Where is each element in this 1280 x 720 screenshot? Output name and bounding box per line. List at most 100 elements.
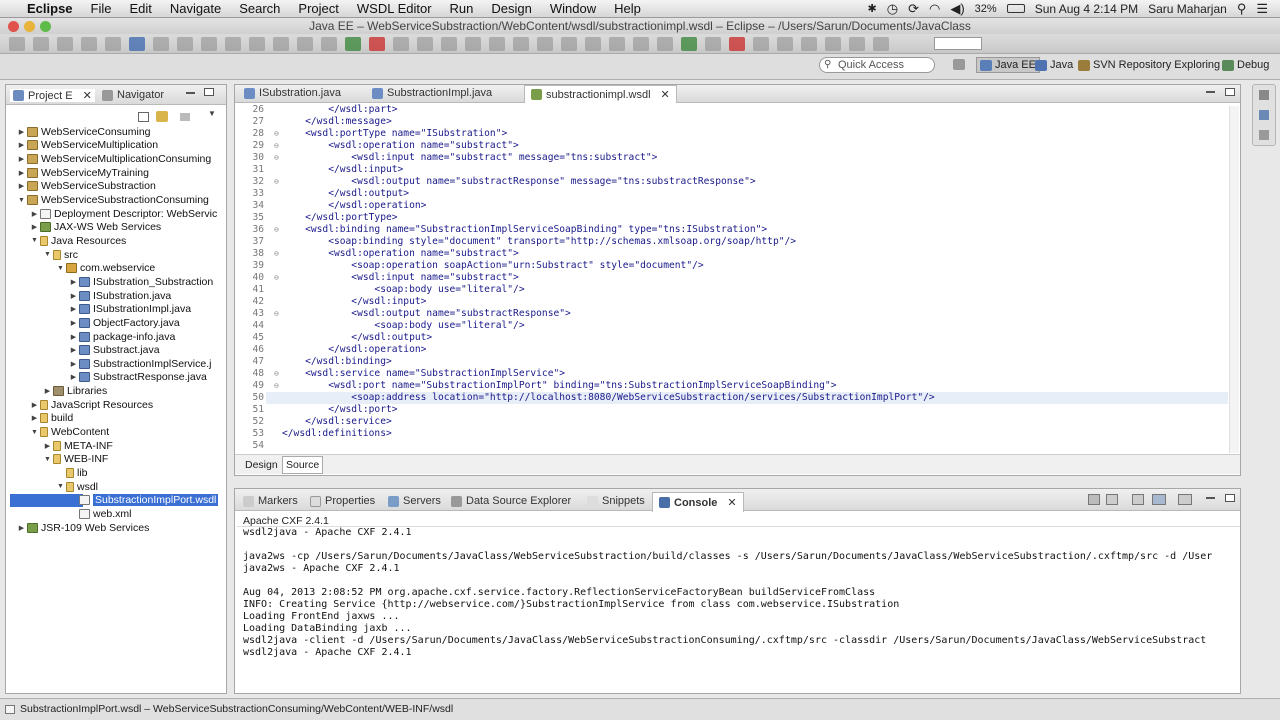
collapsed-arrow-icon[interactable]: ▶ bbox=[30, 210, 39, 218]
code-line[interactable]: 41 <soap:body use="literal"/> bbox=[242, 284, 524, 296]
tree-item[interactable]: ▼ src bbox=[43, 248, 78, 262]
perspective-java-ee[interactable]: Java EE bbox=[976, 57, 1040, 73]
open-perspective-icon[interactable] bbox=[953, 59, 965, 70]
code-line[interactable]: 51 </wsdl:port> bbox=[242, 404, 397, 416]
new-package-icon[interactable] bbox=[441, 36, 457, 51]
tree-item[interactable]: ▶ package-info.java bbox=[69, 330, 176, 344]
tree-item[interactable]: ▶ SubstractResponse.java bbox=[69, 371, 207, 385]
collapsed-arrow-icon[interactable]: ▶ bbox=[43, 442, 52, 450]
expanded-arrow-icon[interactable]: ▼ bbox=[56, 483, 65, 490]
battery-icon[interactable] bbox=[1006, 4, 1025, 13]
view-menu-icon[interactable]: ▼ bbox=[208, 109, 216, 118]
resume-icon[interactable] bbox=[681, 36, 697, 51]
code-line[interactable]: 35 </wsdl:portType> bbox=[242, 212, 397, 224]
minimize-console-icon[interactable] bbox=[1206, 497, 1215, 499]
tree-item[interactable]: ▼ Java Resources bbox=[30, 234, 126, 248]
collapsed-arrow-icon[interactable]: ▶ bbox=[30, 414, 39, 422]
editor-tab-substractionimpl-wsdl[interactable]: substractionimpl.wsdl ✕ bbox=[524, 85, 677, 103]
user-name[interactable]: Saru Maharjan bbox=[1148, 2, 1227, 16]
tree-item[interactable]: ▶ build bbox=[30, 412, 73, 426]
toolbar-combo[interactable] bbox=[934, 37, 982, 50]
tab-properties[interactable]: Properties bbox=[310, 495, 375, 507]
close-tab-icon[interactable]: ✕ bbox=[661, 88, 670, 101]
open-console-icon[interactable] bbox=[1178, 494, 1192, 505]
tab-markers[interactable]: Markers bbox=[243, 495, 298, 507]
tree-item[interactable]: lib bbox=[56, 466, 88, 480]
pause-icon[interactable] bbox=[273, 36, 289, 51]
link-editor-icon[interactable] bbox=[156, 111, 168, 122]
tree-item[interactable]: ▶ JavaScript Resources bbox=[30, 398, 153, 412]
display-console-icon[interactable] bbox=[1152, 494, 1166, 505]
code-line[interactable]: 31 </wsdl:input> bbox=[242, 164, 403, 176]
tab-console[interactable]: Console ✕ bbox=[652, 492, 744, 512]
editor-tab-substractionimpl-java[interactable]: SubstractionImpl.java bbox=[372, 87, 492, 99]
code-line[interactable]: 49 ⊖ <wsdl:port name="SubstractionImplPor… bbox=[242, 380, 836, 392]
code-line[interactable]: 29 ⊖ <wsdl:operation name="substract"> bbox=[242, 140, 518, 152]
battery-percent[interactable]: 32% bbox=[975, 3, 997, 15]
fold-toggle-icon[interactable]: ⊖ bbox=[274, 224, 282, 236]
tree-item[interactable]: ▼ wsdl bbox=[56, 480, 98, 494]
collapsed-arrow-icon[interactable]: ▶ bbox=[69, 346, 78, 354]
menu-navigate[interactable]: Navigate bbox=[161, 1, 230, 16]
task-icon[interactable] bbox=[177, 36, 193, 51]
tree-item[interactable]: ▼ com.webservice bbox=[56, 262, 155, 276]
menu-app-name[interactable]: Eclipse bbox=[18, 1, 82, 16]
sync-icon[interactable]: ⟳ bbox=[908, 1, 919, 17]
fold-toggle-icon[interactable]: ⊖ bbox=[274, 128, 282, 140]
tree-item[interactable]: ▶ JSR-109 Web Services bbox=[17, 521, 150, 535]
code-line[interactable]: 45 </wsdl:output> bbox=[242, 332, 432, 344]
tree-item[interactable]: ▶ ISubstrationImpl.java bbox=[69, 302, 191, 316]
code-line[interactable]: 44 <soap:body use="literal"/> bbox=[242, 320, 524, 332]
tab-project-explorer[interactable]: Project E ✕ bbox=[10, 89, 95, 102]
fold-toggle-icon[interactable]: ⊖ bbox=[274, 176, 282, 188]
spotlight-icon[interactable]: ⚲ bbox=[1237, 1, 1247, 17]
collapsed-arrow-icon[interactable]: ▶ bbox=[69, 278, 78, 286]
code-line[interactable]: 42 </wsdl:input> bbox=[242, 296, 426, 308]
time-machine-icon[interactable]: ◷ bbox=[887, 1, 898, 17]
forward-icon[interactable] bbox=[849, 36, 865, 51]
search-toolbar-icon[interactable] bbox=[537, 36, 553, 51]
tree-item[interactable]: ▶ WebServiceMultiplication bbox=[17, 139, 158, 153]
code-line[interactable]: 28 ⊖ <wsdl:portType name="ISubstration"> bbox=[242, 128, 507, 140]
tree-item[interactable]: ▶ ObjectFactory.java bbox=[69, 316, 180, 330]
menu-search[interactable]: Search bbox=[230, 1, 289, 16]
menu-design[interactable]: Design bbox=[482, 1, 540, 16]
fold-toggle-icon[interactable]: ⊖ bbox=[274, 272, 282, 284]
filter-icon[interactable] bbox=[180, 113, 190, 121]
pin-icon[interactable] bbox=[873, 36, 889, 51]
clear-console-icon[interactable] bbox=[1088, 494, 1100, 505]
tab-data-source-explorer[interactable]: Data Source Explorer bbox=[451, 495, 571, 507]
tab-navigator[interactable]: Navigator bbox=[102, 89, 164, 101]
tree-item[interactable]: ▼ WebContent bbox=[30, 425, 109, 439]
menu-help[interactable]: Help bbox=[605, 1, 650, 16]
open-folder-icon[interactable] bbox=[513, 36, 529, 51]
annotation-icon[interactable] bbox=[201, 36, 217, 51]
quick-access-input[interactable]: ⚲ Quick Access bbox=[819, 57, 935, 73]
code-line[interactable]: 36 ⊖ <wsdl:binding name="SubstractionImpl… bbox=[242, 224, 767, 236]
collapsed-arrow-icon[interactable]: ▶ bbox=[43, 387, 52, 395]
suspend-icon[interactable] bbox=[705, 36, 721, 51]
notification-icon[interactable]: ☰ bbox=[1256, 1, 1268, 17]
tree-item[interactable]: ▼ WebServiceSubstractionConsuming bbox=[17, 193, 209, 207]
open-type-icon[interactable] bbox=[489, 36, 505, 51]
collapsed-arrow-icon[interactable]: ▶ bbox=[69, 305, 78, 313]
minimize-view-icon[interactable] bbox=[186, 92, 195, 94]
collapsed-arrow-icon[interactable]: ▶ bbox=[69, 373, 78, 381]
code-line[interactable]: 48 ⊖ <wsdl:service name="SubstractionImpl… bbox=[242, 368, 565, 380]
external-tools-icon[interactable] bbox=[369, 36, 385, 51]
tab-servers[interactable]: Servers bbox=[388, 495, 441, 507]
fold-toggle-icon[interactable]: ⊖ bbox=[274, 152, 282, 164]
code-line[interactable]: 26 </wsdl:part> bbox=[242, 104, 397, 116]
new-java-project-icon[interactable] bbox=[417, 36, 433, 51]
tree-item[interactable]: ▶ WebServiceSubstraction bbox=[17, 180, 156, 194]
tree-item[interactable]: ▶ Libraries bbox=[43, 384, 107, 398]
collapsed-arrow-icon[interactable]: ▶ bbox=[17, 155, 26, 163]
tree-item[interactable]: ▶ WebServiceConsuming bbox=[17, 125, 151, 139]
collapsed-arrow-icon[interactable]: ▶ bbox=[69, 333, 78, 341]
menu-edit[interactable]: Edit bbox=[120, 1, 160, 16]
outline-icon[interactable] bbox=[1259, 110, 1269, 120]
minimize-window-button[interactable] bbox=[24, 21, 35, 32]
menu-project[interactable]: Project bbox=[289, 1, 347, 16]
refresh-icon[interactable] bbox=[249, 36, 265, 51]
expanded-arrow-icon[interactable]: ▼ bbox=[56, 265, 65, 272]
